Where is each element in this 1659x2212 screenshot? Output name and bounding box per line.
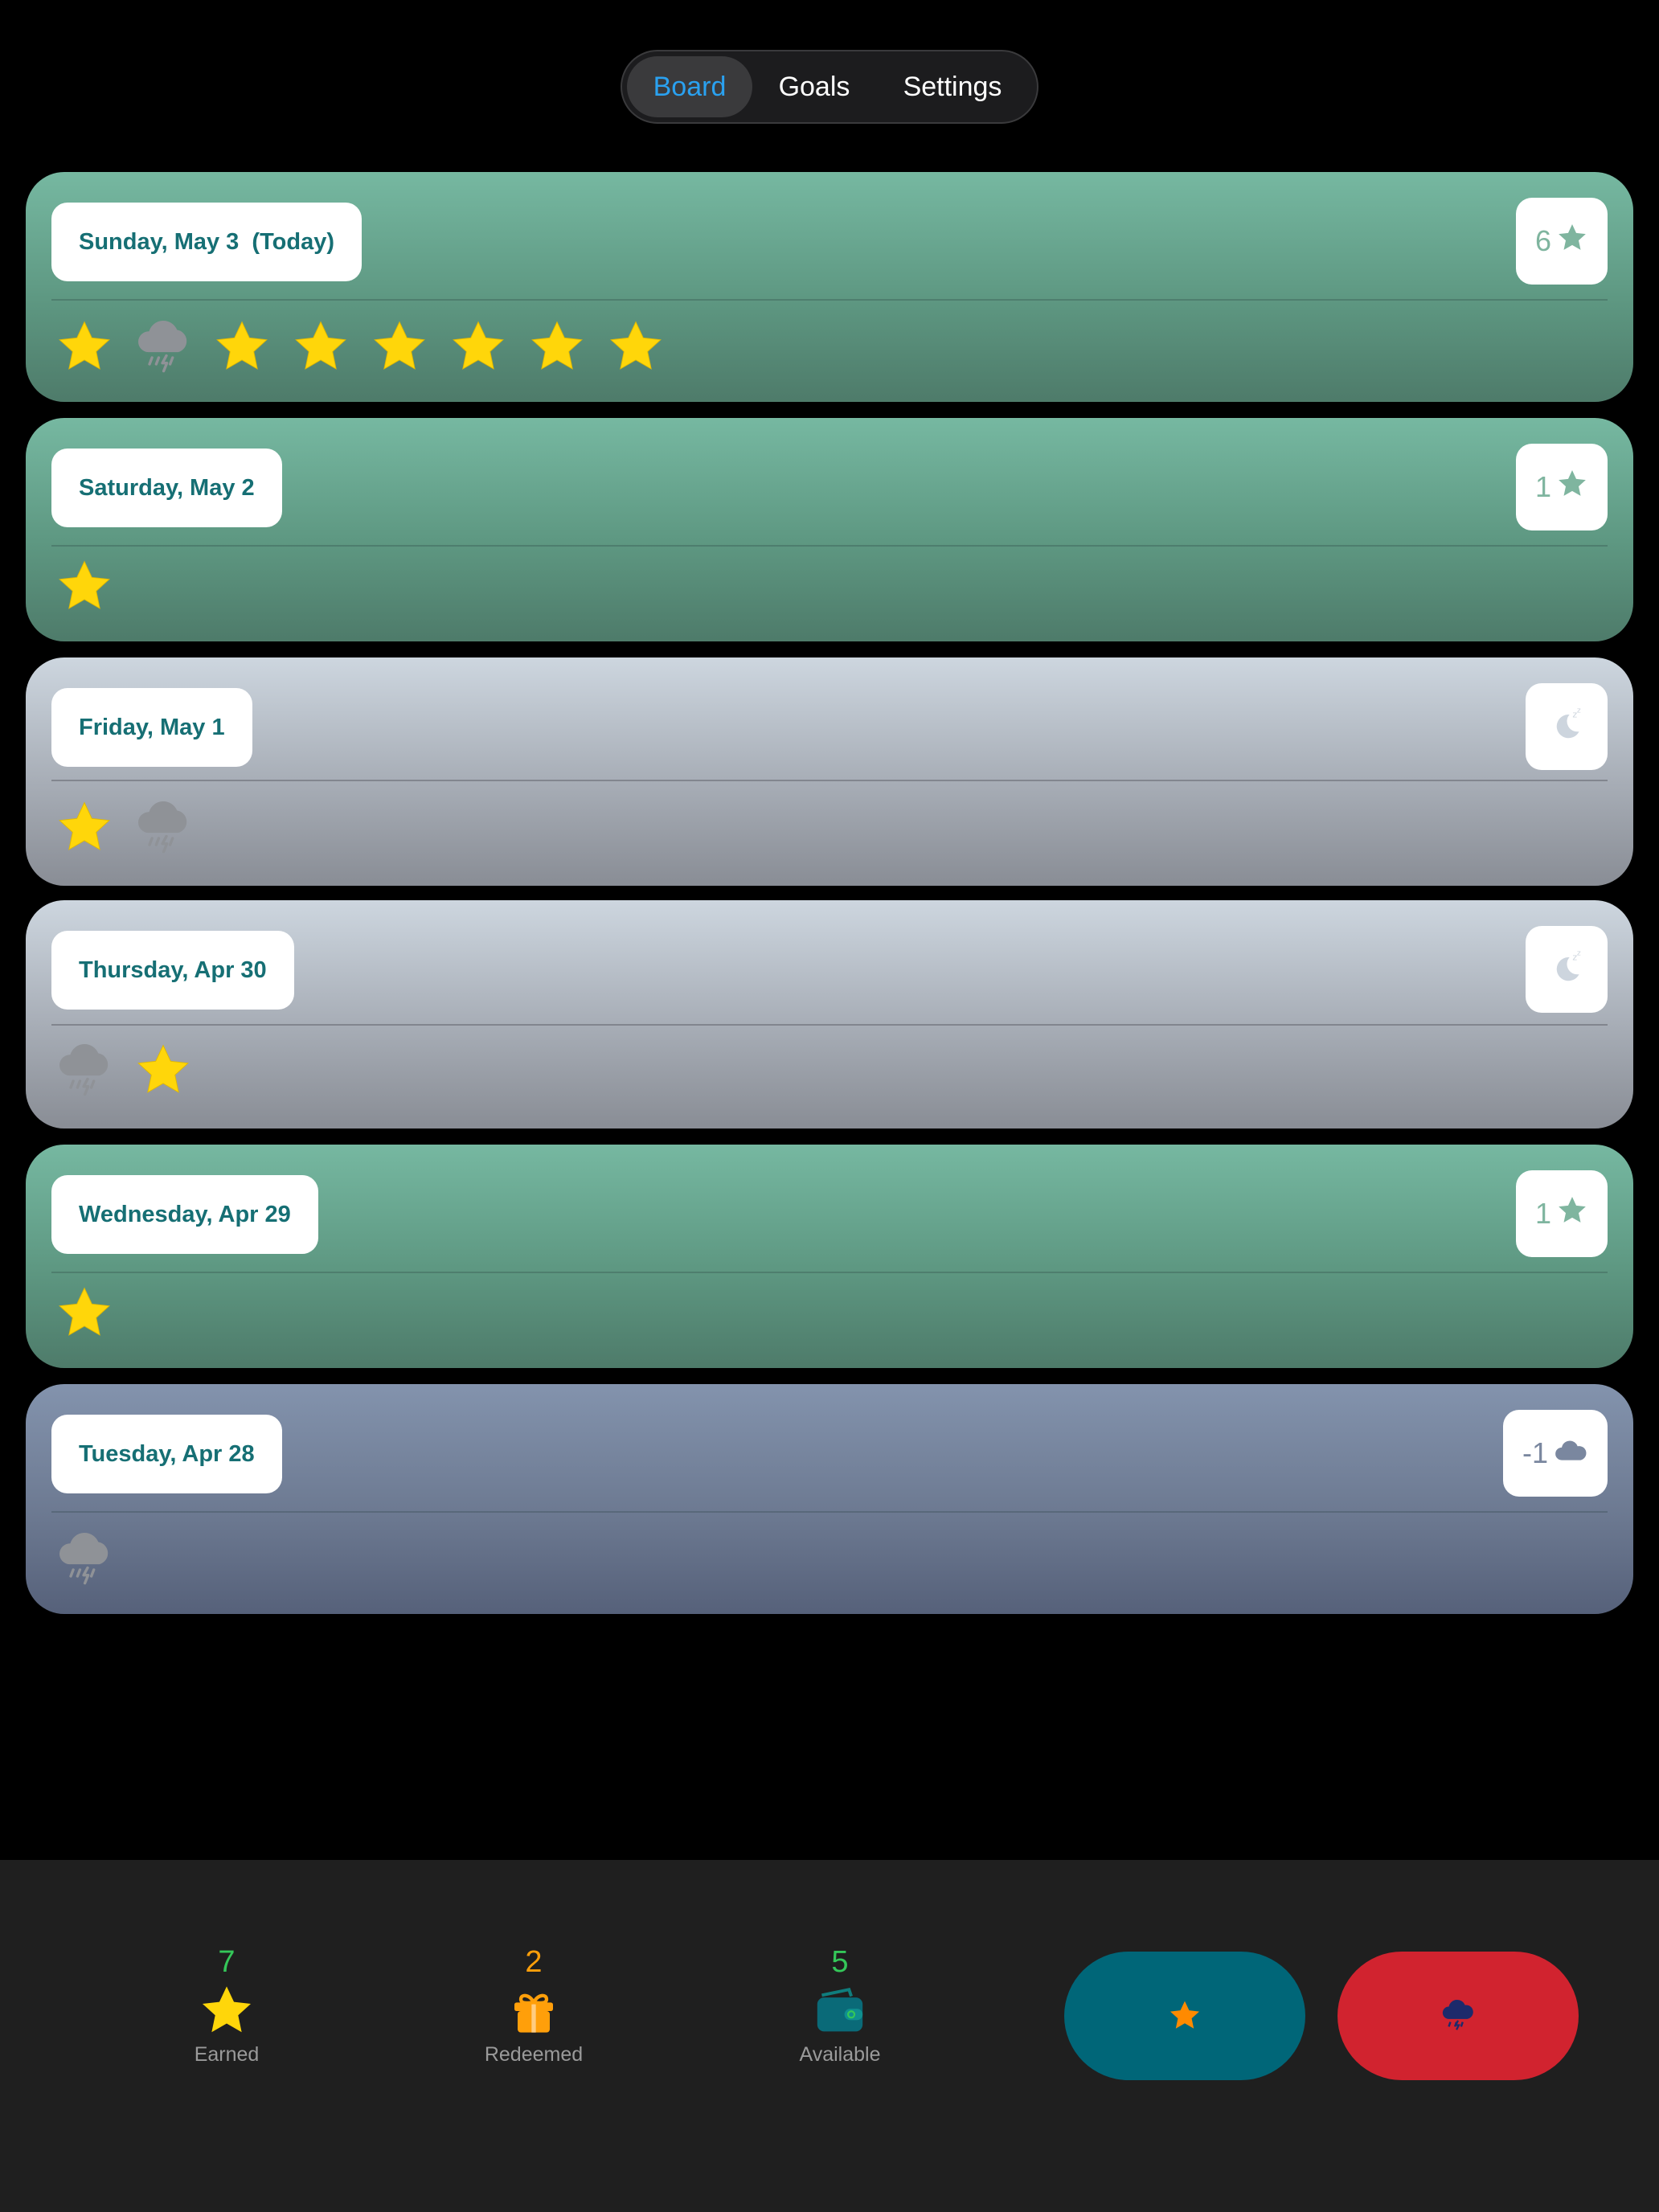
storm-cloud-icon: [133, 796, 193, 860]
day-score-value: -1: [1522, 1436, 1548, 1469]
day-date-label: Wednesday, Apr 29: [51, 1175, 318, 1254]
redeemed-stat: 2 Redeemed: [453, 1944, 614, 2067]
storm-cloud-icon: [55, 1038, 114, 1103]
star-icon: [1556, 468, 1588, 507]
add-star-button[interactable]: [1064, 1952, 1305, 2080]
svg-text:z: z: [1577, 948, 1581, 957]
available-stat: 5 Available: [760, 1944, 920, 2067]
day-score-badge: -1: [1502, 1410, 1608, 1497]
earned-stat: 7 Earned: [146, 1944, 307, 2067]
day-icon-row: [55, 1038, 193, 1103]
day-card-friday[interactable]: Friday, May 1 z z: [26, 657, 1633, 886]
tab-goals[interactable]: Goals: [752, 56, 876, 117]
star-icon: [55, 1281, 114, 1346]
available-label: Available: [799, 2043, 881, 2066]
gift-icon: [453, 1981, 614, 2042]
day-card-thursday[interactable]: Thursday, Apr 30 z z: [26, 900, 1633, 1129]
star-icon: [55, 796, 114, 860]
summary-bar: 7 Earned 2 Redeemed 5 Available: [0, 1860, 1659, 2212]
card-divider: [51, 545, 1608, 547]
star-icon: [133, 1038, 193, 1103]
storm-cloud-icon: [133, 315, 193, 379]
cloud-icon: [1553, 1436, 1588, 1470]
card-divider: [51, 1511, 1608, 1513]
star-icon: [449, 315, 508, 379]
svg-text:z: z: [1577, 706, 1581, 715]
day-icon-row: [55, 796, 193, 860]
star-icon: [1169, 2001, 1200, 2029]
star-icon: [606, 315, 666, 379]
card-divider: [51, 1024, 1608, 1026]
day-score-badge: 1: [1515, 444, 1608, 530]
star-icon: [1556, 222, 1588, 261]
day-card-sunday[interactable]: Sunday, May 3 (Today) 6: [26, 172, 1633, 402]
day-icon-row: [55, 1527, 114, 1591]
day-date-label: Saturday, May 2: [51, 449, 282, 527]
available-count: 5: [831, 1945, 849, 1979]
redeemed-label: Redeemed: [484, 2043, 584, 2066]
view-segmented-control: Board Goals Settings: [621, 50, 1038, 124]
day-date-label: Friday, May 1: [51, 688, 252, 767]
card-divider: [51, 299, 1608, 301]
card-divider: [51, 1272, 1608, 1273]
day-score-value: 6: [1534, 224, 1551, 257]
star-icon: [55, 315, 114, 379]
tab-board[interactable]: Board: [627, 56, 752, 117]
day-icon-row: [55, 1281, 114, 1346]
day-card-tuesday[interactable]: Tuesday, Apr 28 -1: [26, 1384, 1633, 1614]
moon-sleep-icon: z z: [1549, 706, 1584, 748]
day-card-saturday[interactable]: Saturday, May 2 1: [26, 418, 1633, 641]
day-icon-row: [55, 315, 666, 379]
add-storm-button[interactable]: [1337, 1952, 1579, 2080]
day-score-value: 1: [1534, 1197, 1551, 1230]
storm-cloud-icon: [55, 1527, 114, 1591]
storm-cloud-icon: [1442, 1999, 1473, 2030]
tab-settings[interactable]: Settings: [876, 56, 1029, 117]
day-date-label: Sunday, May 3 (Today): [51, 203, 362, 281]
day-date-label: Tuesday, Apr 28: [51, 1415, 282, 1493]
day-icon-row: [55, 555, 114, 619]
day-score-badge: 6: [1515, 198, 1608, 285]
day-date-label: Thursday, Apr 30: [51, 931, 294, 1010]
card-divider: [51, 780, 1608, 781]
day-card-wednesday[interactable]: Wednesday, Apr 29 1: [26, 1145, 1633, 1368]
day-rest-badge: z z: [1526, 683, 1608, 770]
star-icon: [291, 315, 350, 379]
moon-sleep-icon: z z: [1549, 948, 1584, 991]
day-score-badge: 1: [1515, 1170, 1608, 1257]
earned-count: 7: [218, 1945, 236, 1979]
star-icon: [55, 555, 114, 619]
day-rest-badge: z z: [1526, 926, 1608, 1013]
day-score-value: 1: [1534, 470, 1551, 503]
star-icon: [146, 1981, 307, 2042]
wallet-icon: [760, 1981, 920, 2042]
redeemed-count: 2: [525, 1945, 543, 1979]
star-icon: [527, 315, 587, 379]
star-icon: [370, 315, 429, 379]
star-icon: [1556, 1194, 1588, 1234]
earned-label: Earned: [194, 2043, 260, 2066]
star-icon: [212, 315, 272, 379]
